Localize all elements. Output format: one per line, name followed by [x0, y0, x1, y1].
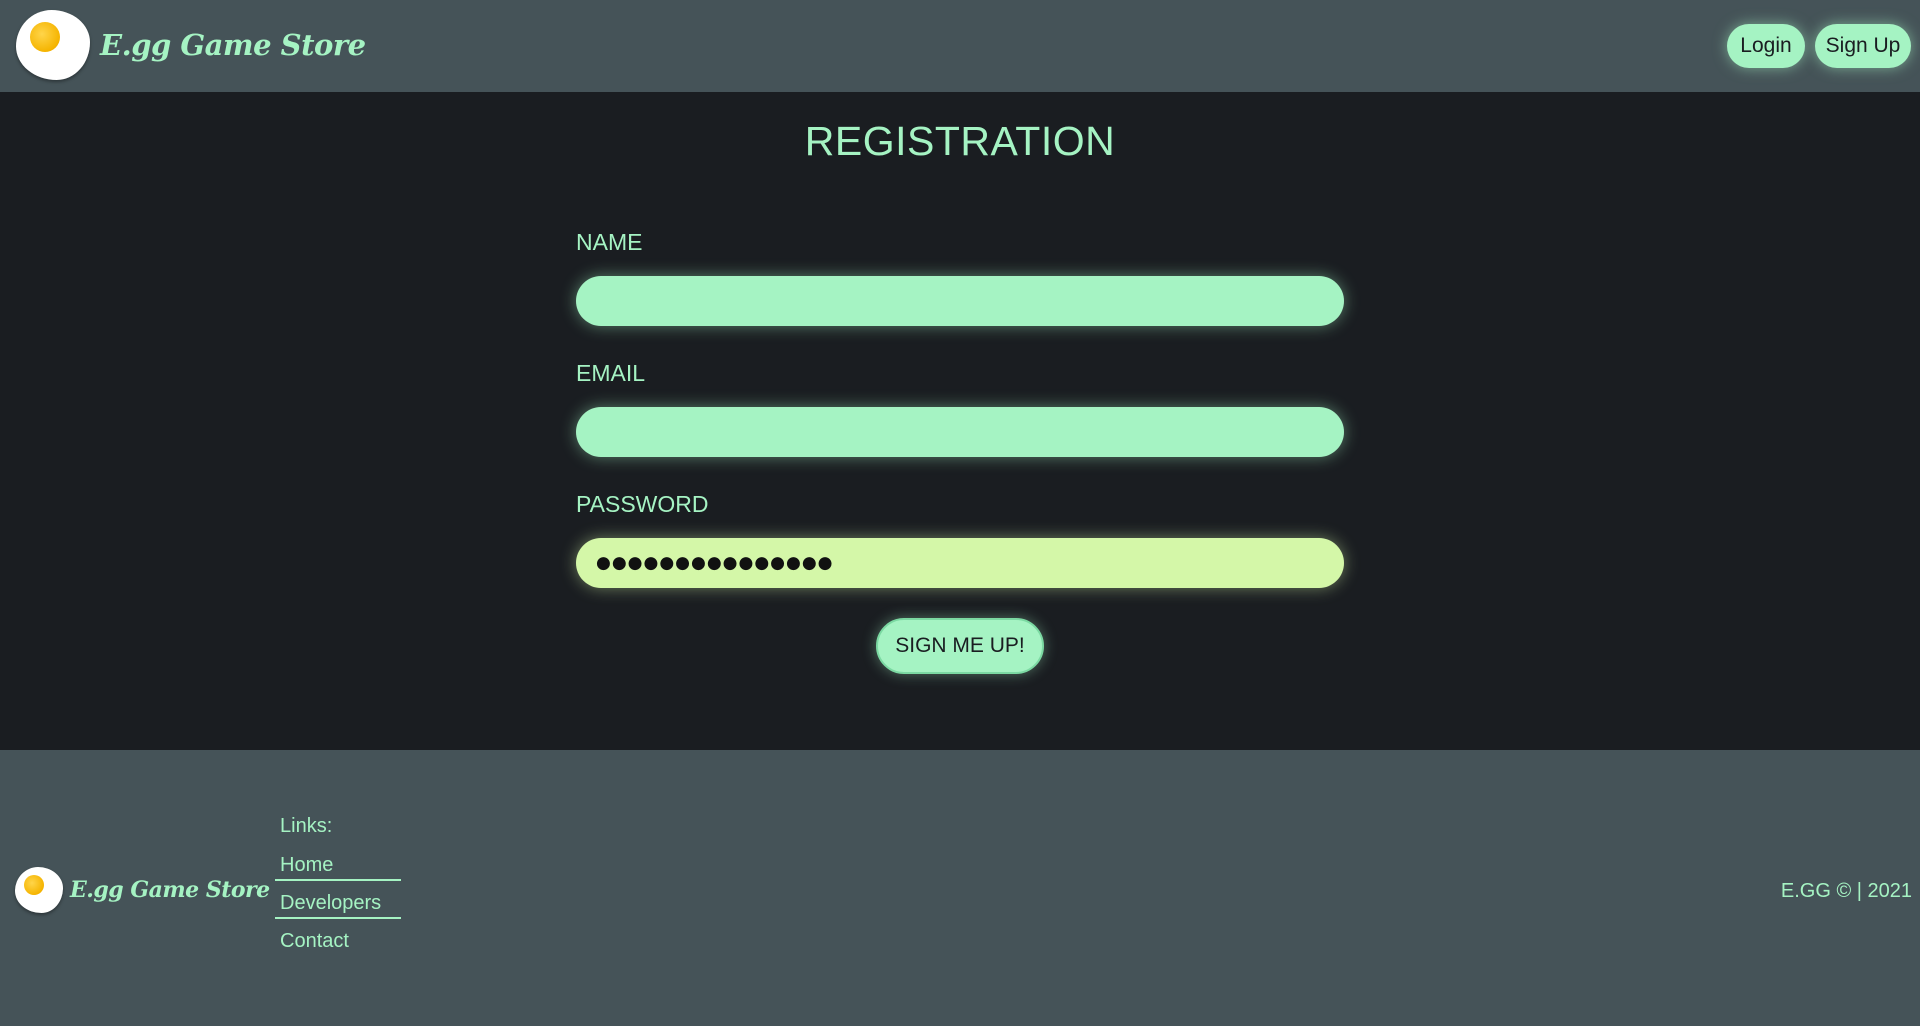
email-field[interactable]	[576, 407, 1344, 457]
copyright-text: E.GG © | 2021	[1780, 880, 1912, 902]
name-label: NAME	[576, 229, 643, 255]
site-footer: E.gg Game Store Links: Home Developers C…	[0, 750, 1920, 1026]
footer-link-home[interactable]: Home	[275, 854, 401, 881]
egg-logo-icon	[14, 866, 64, 914]
site-header: E.gg Game Store Login Sign Up	[0, 0, 1920, 92]
footer-brand-link[interactable]: E.gg Game Store	[14, 866, 270, 914]
page-title: REGISTRATION	[804, 118, 1116, 164]
name-field[interactable]	[576, 276, 1344, 326]
password-label: PASSWORD	[576, 491, 709, 517]
brand-logo-link[interactable]: E.gg Game Store	[14, 8, 366, 82]
footer-brand-name: E.gg Game Store	[70, 877, 270, 903]
password-field[interactable]	[576, 538, 1344, 588]
links-heading: Links:	[280, 815, 333, 837]
footer-link-contact[interactable]: Contact	[275, 930, 401, 955]
email-label: EMAIL	[576, 360, 646, 386]
login-button[interactable]: Login	[1727, 24, 1805, 68]
sign-me-up-button[interactable]: SIGN ME UP!	[876, 618, 1044, 674]
signup-button[interactable]: Sign Up	[1815, 24, 1911, 68]
brand-name: E.gg Game Store	[100, 28, 366, 62]
footer-link-developers[interactable]: Developers	[275, 892, 401, 919]
egg-logo-icon	[14, 8, 92, 82]
